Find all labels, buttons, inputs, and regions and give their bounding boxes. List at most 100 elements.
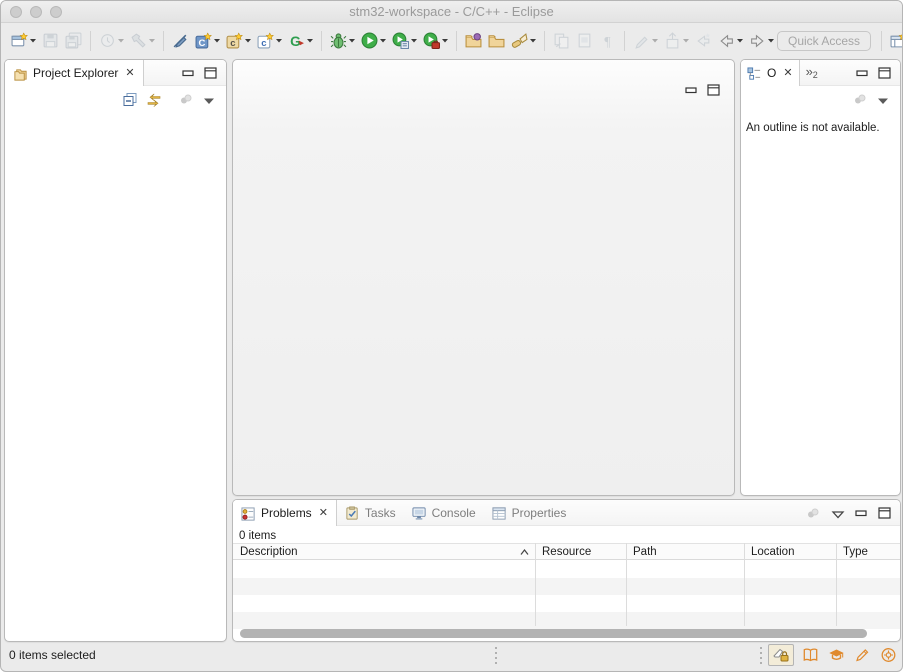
dropdown-arrow-icon[interactable] (349, 38, 355, 43)
toolbar-separator (321, 31, 322, 51)
overview-button[interactable] (800, 646, 820, 664)
book-icon (802, 647, 819, 663)
editor-area[interactable] (232, 59, 735, 496)
maximize-view-icon[interactable] (204, 67, 217, 79)
sort-ascending-icon (520, 548, 529, 556)
column-header-description[interactable]: Description (233, 544, 298, 561)
column-divider[interactable] (744, 543, 745, 626)
view-menu-chevron-icon[interactable] (876, 92, 890, 106)
show-whitespace-button: ¶ (596, 28, 619, 54)
project-explorer-tabstrip: Project Explorer ✕ (5, 60, 226, 86)
horizontal-scrollbar-thumb[interactable] (240, 629, 867, 638)
dropdown-arrow-icon[interactable] (307, 38, 313, 43)
external-tools-button[interactable] (420, 28, 451, 54)
dropdown-arrow-icon[interactable] (380, 38, 386, 43)
dropdown-arrow-icon (118, 38, 124, 43)
minimize-view-icon[interactable] (856, 67, 869, 79)
open-perspective-button[interactable] (887, 28, 903, 54)
new-c-project-button[interactable]: C (192, 28, 223, 54)
view-menu-chevron-icon[interactable] (831, 506, 845, 520)
dropdown-arrow-icon[interactable] (30, 38, 36, 43)
table-row[interactable] (233, 612, 900, 629)
close-icon[interactable]: ✕ (125, 68, 134, 79)
tutorials-button[interactable] (826, 646, 846, 664)
dropdown-arrow-icon[interactable] (276, 38, 282, 43)
mark-occurrences-button[interactable] (169, 28, 192, 54)
outline-toolbar (741, 86, 900, 112)
green-g-button[interactable]: G (285, 28, 316, 54)
dropdown-arrow-icon[interactable] (442, 38, 448, 43)
dropdown-arrow-icon[interactable] (737, 38, 743, 43)
new-c-class-button[interactable]: c (223, 28, 254, 54)
quick-access-input[interactable] (777, 31, 871, 51)
hidden-tabs-indicator[interactable]: »2 (800, 60, 822, 85)
column-divider[interactable] (535, 543, 536, 626)
column-divider[interactable] (626, 543, 627, 626)
tab-console[interactable]: Console (404, 500, 484, 525)
column-header-resource[interactable]: Resource (535, 544, 591, 561)
tab-project-explorer[interactable]: Project Explorer ✕ (5, 60, 144, 86)
view-menu-chevron-icon[interactable] (202, 92, 216, 106)
folder-purple-icon (465, 32, 482, 49)
column-header-location[interactable]: Location (744, 544, 794, 561)
bottom-tabstrip: Problems ✕ Tasks Console Properties (233, 500, 900, 526)
dropdown-arrow-icon[interactable] (530, 38, 536, 43)
column-header-path[interactable]: Path (626, 544, 657, 561)
new-wizard-button[interactable] (8, 28, 39, 54)
project-explorer-toolbar (5, 86, 226, 112)
debug-button[interactable] (327, 28, 358, 54)
dropdown-arrow-icon[interactable] (214, 38, 220, 43)
minimize-view-icon[interactable] (855, 507, 868, 519)
table-row[interactable] (233, 578, 900, 595)
svg-text:c: c (230, 38, 236, 49)
dropdown-arrow-icon[interactable] (411, 38, 417, 43)
close-icon[interactable]: ✕ (783, 68, 792, 79)
view-menu-dots-icon[interactable] (852, 91, 868, 107)
view-menu-dots-icon[interactable] (805, 505, 821, 521)
close-icon[interactable]: ✕ (319, 508, 328, 519)
watch-button (96, 28, 127, 54)
maximize-view-icon[interactable] (878, 507, 891, 519)
go-to-workbench-button[interactable] (768, 644, 794, 666)
minimize-view-icon[interactable] (182, 67, 195, 79)
project-explorer-tree[interactable] (5, 112, 226, 642)
run-button[interactable] (358, 28, 389, 54)
minimize-view-icon[interactable] (685, 84, 698, 96)
tab-outline[interactable]: O ✕ (741, 60, 800, 86)
toolbar-separator (624, 31, 625, 51)
search-button[interactable] (508, 28, 539, 54)
linked-pages-icon (553, 32, 570, 49)
maximize-view-icon[interactable] (707, 84, 720, 96)
tab-label: O (767, 66, 776, 80)
maximize-view-icon[interactable] (878, 67, 891, 79)
outline-message: An outline is not available. (741, 112, 900, 134)
block-selection-button (573, 28, 596, 54)
tab-properties[interactable]: Properties (484, 500, 575, 525)
new-source-file-button[interactable]: c (254, 28, 285, 54)
circle-star-icon (880, 647, 897, 663)
linked-pages-button (550, 28, 573, 54)
run-configurations-button[interactable] (389, 28, 420, 54)
tab-tasks[interactable]: Tasks (337, 500, 404, 525)
view-menu-dots-icon[interactable] (178, 91, 194, 107)
samples-button[interactable] (852, 646, 872, 664)
dropdown-arrow-icon (652, 38, 658, 43)
table-row[interactable] (233, 561, 900, 578)
load-project-button[interactable] (462, 28, 485, 54)
collapse-all-icon[interactable] (122, 91, 138, 107)
dropdown-arrow-icon[interactable] (245, 38, 251, 43)
tab-problems[interactable]: Problems ✕ (233, 500, 337, 526)
column-divider[interactable] (836, 543, 837, 626)
table-row[interactable] (233, 595, 900, 612)
forward-button[interactable] (746, 28, 777, 54)
title-bar: stm32-workspace - C/C++ - Eclipse (1, 1, 902, 23)
bug-icon (330, 32, 347, 49)
trim-drag-handle[interactable] (760, 647, 762, 664)
column-header-type[interactable]: Type (836, 544, 868, 561)
trim-drag-handle[interactable] (495, 647, 497, 664)
whats-new-button[interactable] (878, 646, 898, 664)
back-button[interactable] (715, 28, 746, 54)
open-folder-button[interactable] (485, 28, 508, 54)
link-with-editor-icon[interactable] (146, 91, 162, 107)
dropdown-arrow-icon[interactable] (768, 38, 774, 43)
